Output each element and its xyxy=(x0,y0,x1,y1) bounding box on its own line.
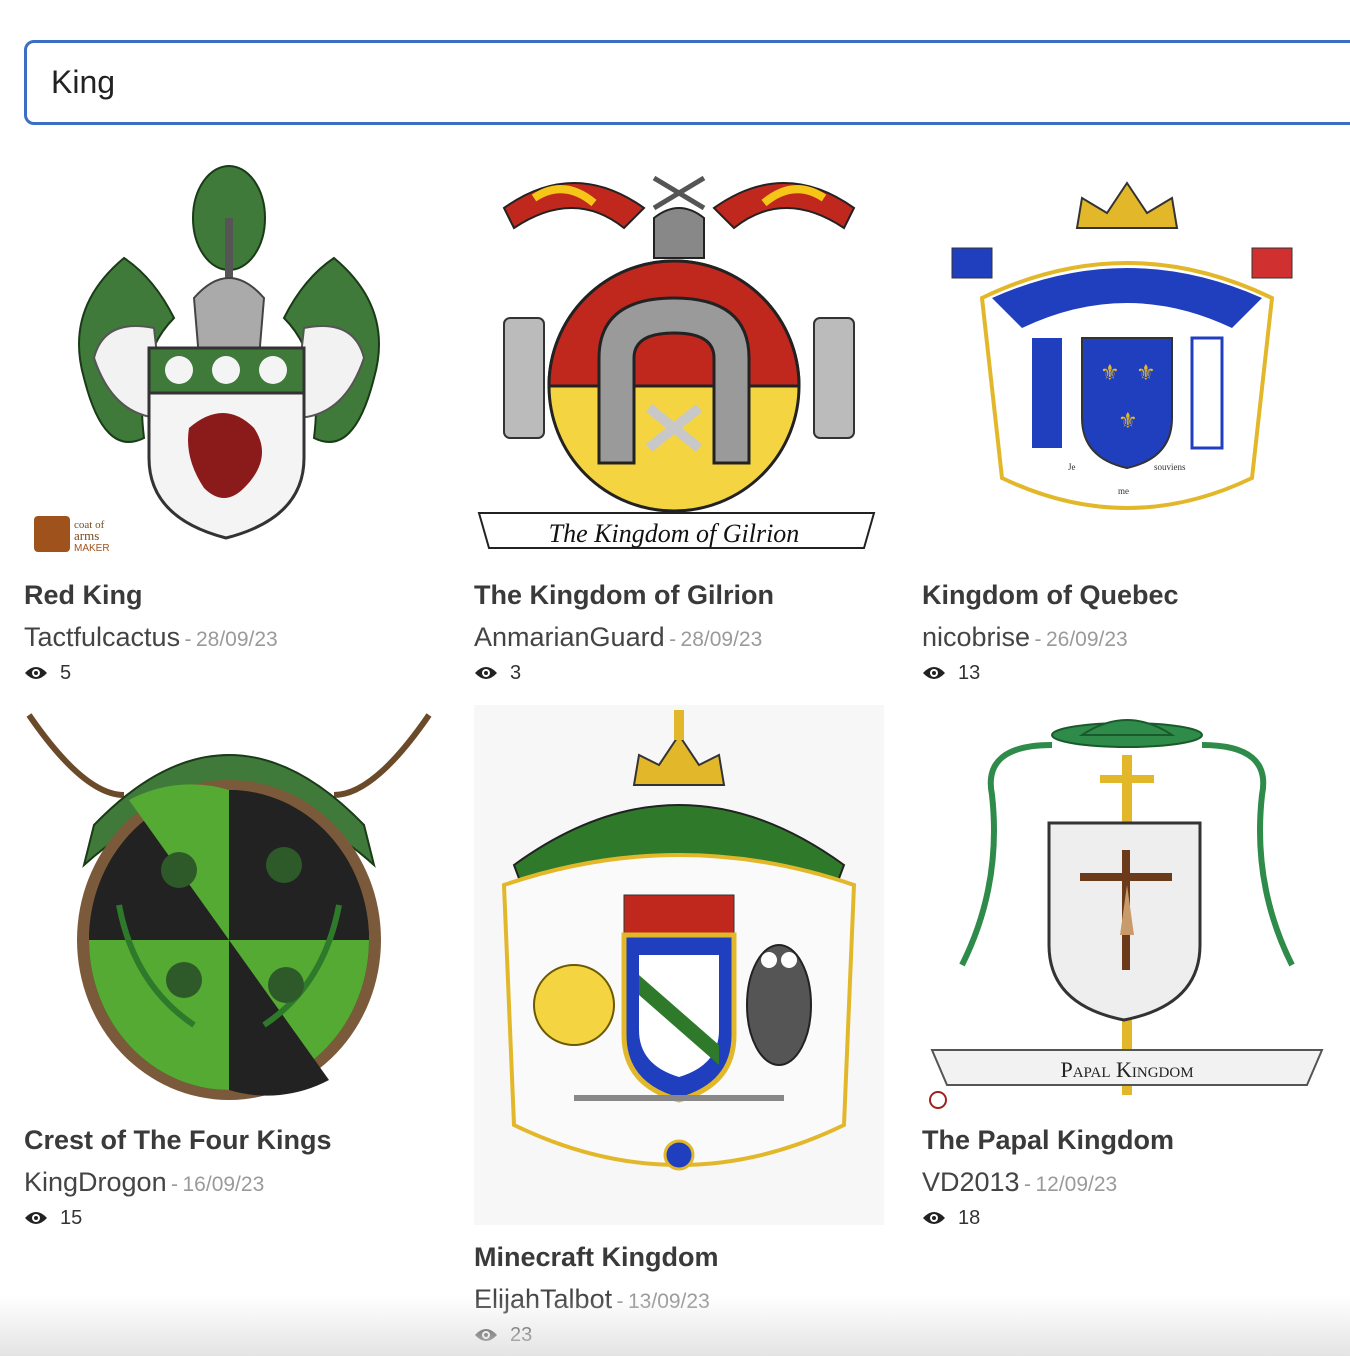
motto-word-3: souviens xyxy=(1154,462,1186,472)
view-count: 13 xyxy=(958,661,981,684)
svg-text:⚜: ⚜ xyxy=(1136,360,1156,385)
byline-separator: - xyxy=(669,628,677,651)
card-author[interactable]: nicobrise xyxy=(922,622,1030,652)
card-title[interactable]: Crest of The Four Kings xyxy=(24,1123,444,1157)
byline-separator: - xyxy=(184,628,192,651)
byline-separator: - xyxy=(1034,628,1042,651)
card-title[interactable]: Red King xyxy=(24,578,444,612)
card-date: 16/09/23 xyxy=(182,1173,265,1196)
motto-word-2: me xyxy=(1118,486,1129,496)
card-date: 13/09/23 xyxy=(628,1290,710,1313)
papal-banner-text: Papal Kingdom xyxy=(1060,1057,1193,1082)
svg-text:⚜: ⚜ xyxy=(1118,408,1138,433)
coat-of-arms-image[interactable] xyxy=(474,705,884,1225)
eye-icon xyxy=(24,1209,48,1227)
card-title[interactable]: Kingdom of Quebec xyxy=(922,578,1342,612)
card-author[interactable]: AnmarianGuard xyxy=(474,622,665,652)
coat-of-arms-image[interactable]: The Kingdom of Gilrion xyxy=(474,158,884,558)
eye-icon xyxy=(24,664,48,682)
card-date: 28/09/23 xyxy=(680,628,763,651)
coat-of-arms-image[interactable]: ⚜ ⚜ ⚜ Je me souviens xyxy=(922,158,1332,558)
search-input[interactable] xyxy=(27,43,1350,122)
card-title[interactable]: Minecraft Kingdom xyxy=(474,1240,894,1274)
card-author[interactable]: Tactfulcactus xyxy=(24,622,180,652)
svg-text:⚜: ⚜ xyxy=(1100,360,1120,385)
coat-of-arms-image[interactable]: coat of arms MAKER xyxy=(24,158,434,558)
view-count: 15 xyxy=(60,1206,83,1229)
card-author[interactable]: KingDrogon xyxy=(24,1167,167,1197)
card-date: 26/09/23 xyxy=(1045,628,1128,651)
byline-separator: - xyxy=(616,1290,624,1313)
view-count: 23 xyxy=(510,1323,533,1346)
eye-icon xyxy=(922,664,946,682)
card-title[interactable]: The Papal Kingdom xyxy=(922,1123,1342,1157)
eye-icon xyxy=(922,1209,946,1227)
card-date: 12/09/23 xyxy=(1035,1173,1118,1196)
card-title[interactable]: The Kingdom of Gilrion xyxy=(474,578,894,612)
card-date: 28/09/23 xyxy=(195,628,278,651)
card-author[interactable]: ElijahTalbot xyxy=(474,1284,612,1314)
card-author[interactable]: VD2013 xyxy=(922,1167,1020,1197)
coat-of-arms-image[interactable]: Papal Kingdom xyxy=(922,705,1332,1110)
watermark-line-3: MAKER xyxy=(74,543,110,554)
eye-icon xyxy=(474,1326,498,1344)
view-count: 5 xyxy=(60,661,72,684)
eye-icon xyxy=(474,664,498,682)
coat-of-arms-image[interactable] xyxy=(24,705,434,1110)
search-box[interactable] xyxy=(24,40,1350,125)
view-count: 18 xyxy=(958,1206,981,1229)
byline-separator: - xyxy=(1024,1173,1032,1196)
gilrion-banner-text: The Kingdom of Gilrion xyxy=(549,519,800,548)
motto-word-1: Je xyxy=(1068,462,1076,472)
byline-separator: - xyxy=(171,1173,179,1196)
view-count: 3 xyxy=(510,661,522,684)
watermark-line-2: arms xyxy=(74,528,99,543)
